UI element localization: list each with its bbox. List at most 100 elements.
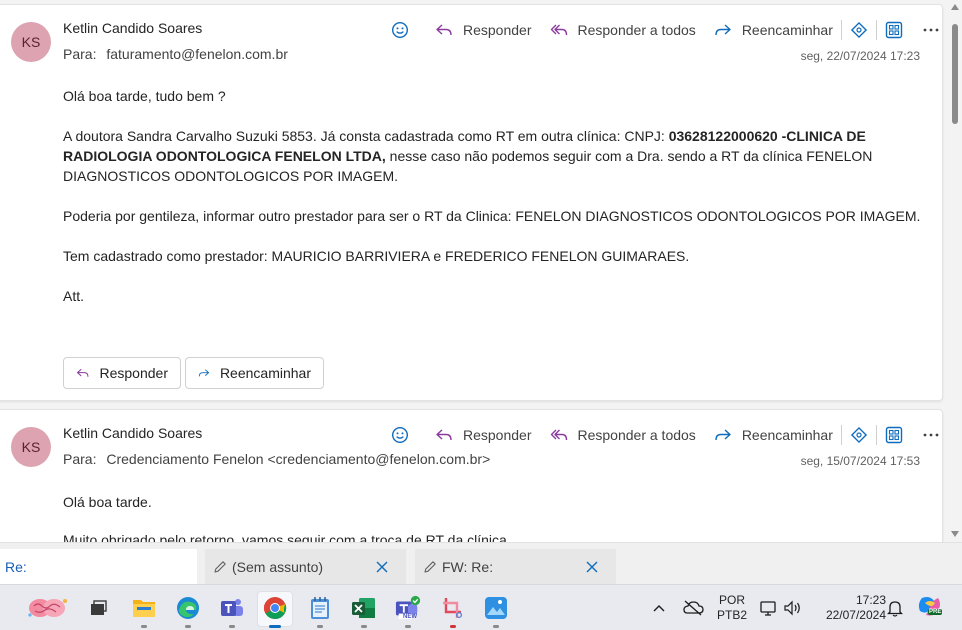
draft-tab-label: FW: Re: — [442, 559, 494, 575]
more-icon — [923, 433, 939, 437]
avatar[interactable]: KS — [11, 427, 51, 467]
reply-all-button[interactable]: Responder a todos — [550, 22, 696, 38]
quick-forward-label: Reencaminhar — [219, 365, 311, 381]
forward-label: Reencaminhar — [741, 22, 833, 38]
emoji-reaction-button[interactable] — [391, 426, 409, 444]
file-explorer-icon[interactable] — [131, 595, 157, 621]
close-icon[interactable] — [376, 561, 388, 573]
message-card: KS Ketlin Candido Soares Para: faturamen… — [0, 4, 943, 401]
emoji-reaction-button[interactable] — [391, 21, 409, 39]
body-paragraph: Olá boa tarde. — [63, 494, 152, 510]
apps-button[interactable] — [850, 426, 868, 444]
running-indicator — [185, 625, 191, 628]
forward-icon — [198, 369, 210, 377]
pencil-icon — [424, 561, 436, 573]
message-actions: Responder Responder a todos Reencaminhar — [391, 423, 939, 447]
immersive-reader-button[interactable] — [885, 21, 903, 39]
divider — [875, 425, 877, 445]
scroll-up-arrow[interactable] — [951, 4, 959, 10]
message-card: KS Ketlin Candido Soares Para: Credencia… — [0, 409, 943, 542]
body-text: A doutora Sandra Carvalho Suzuki 5853. J… — [63, 128, 669, 144]
message-date: seg, 22/07/2024 17:23 — [800, 49, 920, 63]
body-paragraph: Muito obrigado pelo retorno, vamos segui… — [63, 532, 511, 542]
task-view-icon[interactable] — [85, 595, 111, 621]
volume-icon[interactable] — [782, 595, 802, 621]
more-icon — [923, 28, 939, 32]
forward-label: Reencaminhar — [741, 427, 833, 443]
divider — [875, 20, 877, 40]
snipping-tool-icon[interactable] — [440, 595, 466, 621]
to-label: Para: — [63, 451, 97, 467]
reply-icon — [76, 368, 89, 377]
more-actions-button[interactable] — [923, 433, 939, 437]
scrollbar[interactable] — [948, 0, 962, 542]
running-indicator — [493, 625, 499, 628]
notification-bell-icon[interactable] — [885, 595, 905, 621]
quick-reply-label: Responder — [99, 365, 169, 381]
brain-widget-icon[interactable] — [26, 595, 70, 621]
recipient-address[interactable]: faturamento@fenelon.com.br — [106, 46, 288, 62]
draft-tab-label: Re: — [5, 559, 27, 575]
cloud-offline-icon[interactable] — [680, 595, 706, 621]
copilot-icon[interactable]: PRE — [916, 595, 944, 621]
immersive-reader-button[interactable] — [885, 426, 903, 444]
chrome-icon[interactable] — [262, 595, 288, 621]
reading-pane: KS Ketlin Candido Soares Para: faturamen… — [0, 0, 962, 542]
notepad-icon[interactable] — [307, 595, 333, 621]
forward-button[interactable]: Reencaminhar — [714, 22, 833, 38]
running-indicator — [405, 625, 411, 628]
message-body: Olá boa tarde. Muito obrigado pelo retor… — [63, 492, 923, 542]
language-code: POR — [718, 593, 745, 607]
edge-icon[interactable] — [175, 595, 201, 621]
reply-icon — [436, 24, 452, 36]
windows-taskbar: NEW POR PTB2 17:23 22/07/2024 PRE — [0, 584, 962, 630]
sender-name[interactable]: Ketlin Candido Soares — [63, 20, 202, 36]
reply-label: Responder — [463, 427, 532, 443]
quick-reply-button[interactable]: Responder — [63, 357, 181, 389]
draft-tab[interactable]: Re: — [0, 549, 197, 585]
reply-button[interactable]: Responder — [435, 427, 532, 443]
diamond-apps-icon — [850, 21, 867, 39]
apps-button[interactable] — [850, 21, 868, 39]
forward-button[interactable]: Reencaminhar — [714, 427, 833, 443]
reply-all-label: Responder a todos — [577, 22, 696, 38]
forward-icon — [715, 429, 731, 441]
forward-icon — [715, 24, 731, 36]
running-indicator — [229, 625, 235, 628]
scrollbar-thumb[interactable] — [952, 24, 958, 124]
recipient-address[interactable]: Credenciamento Fenelon <credenciamento@f… — [106, 451, 490, 467]
pencil-icon — [214, 561, 226, 573]
draft-tabs-bar: Re: (Sem assunto) FW: Re: — [0, 542, 962, 585]
scroll-down-arrow[interactable] — [951, 531, 959, 537]
teams-icon[interactable] — [219, 595, 245, 621]
reply-icon — [436, 429, 452, 441]
reply-all-button[interactable]: Responder a todos — [550, 427, 696, 443]
language-indicator[interactable]: POR PTB2 — [716, 593, 748, 623]
reply-all-icon — [550, 429, 567, 441]
body-paragraph: Poderia por gentileza, informar outro pr… — [63, 208, 921, 224]
draft-tab[interactable]: (Sem assunto) — [205, 549, 406, 585]
smiley-icon — [391, 426, 409, 444]
active-indicator — [269, 625, 281, 628]
divider — [840, 20, 842, 40]
reply-button[interactable]: Responder — [435, 22, 532, 38]
reply-all-icon — [550, 24, 567, 36]
body-paragraph: A doutora Sandra Carvalho Suzuki 5853. J… — [63, 126, 923, 186]
photos-icon[interactable] — [483, 595, 509, 621]
avatar[interactable]: KS — [11, 22, 51, 62]
body-paragraph: Tem cadastrado como prestador: MAURICIO … — [63, 248, 690, 264]
close-icon[interactable] — [586, 561, 598, 573]
quick-reply-row: Responder Reencaminhar — [63, 357, 324, 389]
chevron-up-icon[interactable] — [648, 595, 670, 621]
teams-new-icon[interactable]: NEW — [395, 595, 421, 621]
quick-forward-button[interactable]: Reencaminhar — [185, 357, 324, 389]
more-actions-button[interactable] — [923, 28, 939, 32]
recipient-line: Para: faturamento@fenelon.com.br — [63, 46, 288, 62]
excel-icon[interactable] — [351, 595, 377, 621]
running-indicator — [141, 625, 147, 628]
network-icon[interactable] — [757, 595, 779, 621]
preview-badge: PRE — [928, 609, 943, 615]
sender-name[interactable]: Ketlin Candido Soares — [63, 425, 202, 441]
system-clock[interactable]: 17:23 22/07/2024 — [812, 593, 886, 623]
draft-tab[interactable]: FW: Re: — [415, 549, 616, 585]
